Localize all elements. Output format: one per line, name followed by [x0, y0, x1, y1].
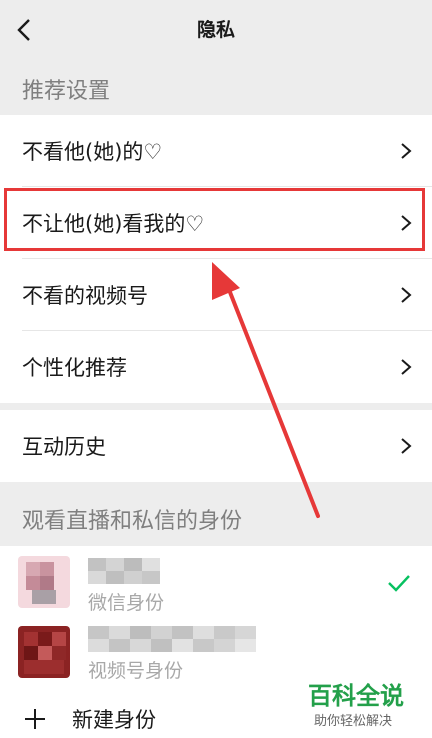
name-blurred — [88, 626, 256, 652]
watermark-subtitle: 助你轻松解决 — [314, 714, 393, 729]
list-item-label: 不看的视频号 — [22, 284, 148, 308]
list-item-label: 互动历史 — [22, 435, 106, 459]
list-item-hide-my-likes[interactable]: 不让他(她)看我的♡ — [0, 187, 432, 259]
identity-subtitle: 微信身份 — [88, 592, 165, 614]
watermark-title: 百科全说 — [308, 682, 404, 710]
history-card: 互动历史 — [0, 410, 432, 482]
list-item-label: 不让他(她)看我的♡ — [22, 212, 205, 236]
section-header-recommend: 推荐设置 — [22, 79, 111, 104]
chevron-right-icon — [401, 438, 412, 454]
identity-list: 微信身份 视频号身份 — [0, 546, 432, 696]
chevron-right-icon — [401, 287, 412, 303]
new-identity-label: 新建身份 — [72, 708, 156, 732]
list-item-interaction-history[interactable]: 互动历史 — [0, 410, 432, 482]
list-item-label: 个性化推荐 — [22, 356, 127, 380]
avatar — [18, 626, 70, 678]
chevron-right-icon — [401, 143, 412, 159]
list-item-hide-their-likes[interactable]: 不看他(她)的♡ — [0, 115, 432, 187]
plus-icon — [25, 709, 45, 729]
avatar — [18, 556, 70, 608]
identity-subtitle: 视频号身份 — [88, 660, 184, 682]
list-item-blocked-channels[interactable]: 不看的视频号 — [0, 259, 432, 331]
chevron-right-icon — [401, 359, 412, 375]
page-title: 隐私 — [196, 19, 235, 41]
name-blurred — [88, 558, 160, 584]
check-icon — [388, 575, 410, 592]
nav-bar: 隐私 — [0, 0, 432, 60]
chevron-right-icon — [401, 215, 412, 231]
section-header-identity: 观看直播和私信的身份 — [22, 509, 243, 534]
recommend-settings-list: 不看他(她)的♡ 不让他(她)看我的♡ 不看的视频号 个性化推荐 — [0, 115, 432, 403]
identity-item-wechat[interactable]: 微信身份 — [0, 546, 432, 620]
list-item-personalized-recommend[interactable]: 个性化推荐 — [0, 331, 432, 403]
list-item-label: 不看他(她)的♡ — [22, 140, 163, 164]
